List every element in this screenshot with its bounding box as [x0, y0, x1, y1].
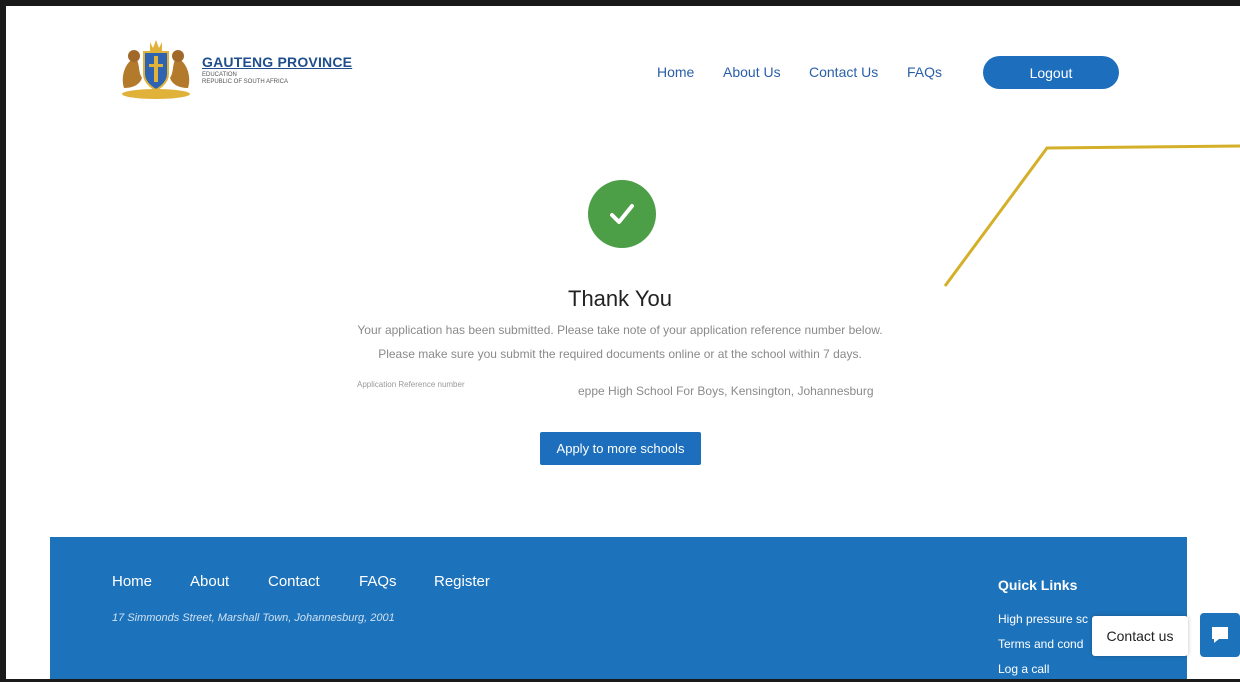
logo-title: GAUTENG PROVINCE: [202, 53, 353, 70]
thank-you-heading: Thank You: [568, 286, 672, 311]
footer-link-register[interactable]: Register: [434, 573, 490, 590]
footer-link-contact[interactable]: Contact: [268, 573, 320, 590]
coat-of-arms-icon: [122, 40, 190, 99]
quick-links-title: Quick Links: [998, 577, 1078, 593]
site-footer: Home About Contact FAQs Register 17 Simm…: [50, 537, 1187, 682]
nav-faqs[interactable]: FAQs: [907, 64, 942, 80]
documents-reminder: Please make sure you submit the required…: [378, 347, 862, 361]
nav-contact-us[interactable]: Contact Us: [809, 64, 878, 80]
footer-link-home[interactable]: Home: [112, 573, 152, 590]
logo-subtitle: EDUCATION: [202, 71, 237, 78]
chat-bubble-icon: [1212, 627, 1228, 643]
apply-more-schools-button[interactable]: Apply to more schools: [540, 432, 701, 465]
footer-address: 17 Simmonds Street, Marshall Town, Johan…: [112, 612, 395, 624]
contact-us-bubble[interactable]: Contact us: [1092, 616, 1188, 656]
chat-button[interactable]: [1200, 613, 1240, 657]
gauteng-logo[interactable]: GAUTENG PROVINCE EDUCATION REPUBLIC OF S…: [116, 38, 352, 100]
nav-home[interactable]: Home: [657, 64, 694, 80]
quick-link-terms[interactable]: Terms and cond: [998, 637, 1083, 651]
quick-link-log-call[interactable]: Log a call: [998, 662, 1049, 676]
school-name: eppe High School For Boys, Kensington, J…: [578, 384, 874, 398]
nav-about-us[interactable]: About Us: [723, 64, 781, 80]
reference-number-label: Application Reference number: [357, 380, 465, 389]
submission-message: Your application has been submitted. Ple…: [357, 323, 883, 337]
logout-button[interactable]: Logout: [983, 56, 1119, 89]
footer-link-about[interactable]: About: [190, 573, 229, 590]
quick-link-high-pressure[interactable]: High pressure sc: [998, 612, 1088, 626]
footer-link-faqs[interactable]: FAQs: [359, 573, 397, 590]
logo-subtitle-country: REPUBLIC OF SOUTH AFRICA: [202, 78, 289, 85]
success-check-icon: [588, 180, 656, 248]
